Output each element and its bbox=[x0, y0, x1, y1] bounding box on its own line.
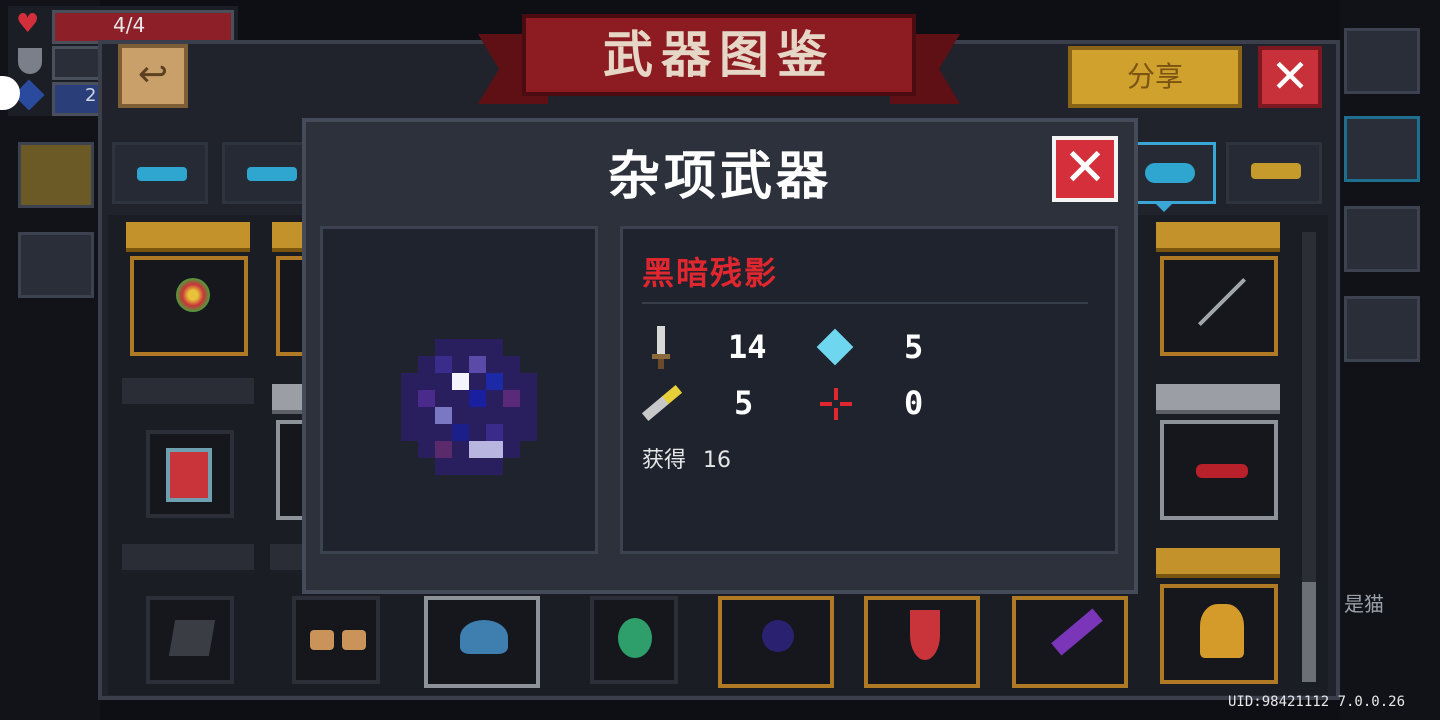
share-button[interactable]: 分享 bbox=[1068, 46, 1242, 108]
pistol-icon bbox=[137, 167, 187, 181]
page-title: 武器图鉴 bbox=[522, 14, 916, 96]
weapon-image-box bbox=[320, 226, 598, 554]
hp-text: 4/4 bbox=[113, 13, 146, 37]
weapon-slot-spear[interactable] bbox=[1160, 256, 1278, 356]
shelf bbox=[122, 378, 254, 408]
energy-text: 2 bbox=[85, 85, 97, 106]
fist-icon bbox=[310, 630, 334, 650]
shelf bbox=[126, 222, 250, 252]
lollipop-icon bbox=[176, 278, 210, 312]
background-character-name: 是猫 bbox=[1344, 592, 1384, 616]
uid-version: UID:98421112 7.0.0.26 bbox=[1228, 694, 1406, 710]
weapon-slot-red-bow[interactable] bbox=[1160, 420, 1278, 520]
shield-icon bbox=[18, 48, 42, 74]
weapon-slot-dark-orb[interactable] bbox=[718, 596, 834, 688]
dark-orb-icon bbox=[401, 339, 537, 475]
swap-icon[interactable] bbox=[18, 232, 94, 298]
spear-icon bbox=[1197, 277, 1247, 327]
purple-blade-icon bbox=[1051, 608, 1103, 656]
book-icon bbox=[168, 620, 216, 656]
obtain-label: 获得 bbox=[642, 448, 687, 473]
shelf bbox=[122, 544, 254, 574]
stairs-icon[interactable] bbox=[1344, 296, 1420, 362]
weapon-slot-lollipop[interactable] bbox=[130, 256, 248, 356]
weapon-slot-medal[interactable] bbox=[864, 596, 980, 688]
weapon-slot-spiky[interactable] bbox=[424, 596, 540, 688]
spiky-ball-icon bbox=[460, 620, 508, 654]
red-bow-icon bbox=[1196, 464, 1248, 478]
obtain-row: 获得 16 bbox=[642, 442, 731, 474]
weapon-slot-fists[interactable] bbox=[292, 596, 380, 684]
divider bbox=[642, 302, 1088, 304]
pause-icon[interactable] bbox=[1344, 28, 1420, 94]
weapon-slot-shield[interactable] bbox=[146, 430, 234, 518]
crit-value: 5 bbox=[734, 384, 754, 422]
tab-pistol[interactable] bbox=[112, 142, 208, 204]
heart-icon: ♥ bbox=[16, 9, 40, 39]
energy-value: 5 bbox=[904, 328, 924, 366]
cart-icon[interactable] bbox=[1344, 116, 1420, 182]
close-button[interactable]: ✕ bbox=[1258, 46, 1322, 108]
trophy-icon bbox=[1200, 604, 1244, 658]
potion-icon bbox=[618, 618, 652, 658]
fist-icon bbox=[342, 630, 366, 650]
tab-indicator-icon bbox=[1154, 202, 1174, 212]
shield-item-icon bbox=[166, 448, 212, 502]
fish-icon bbox=[1145, 163, 1195, 183]
back-button[interactable]: ↩ bbox=[118, 44, 188, 108]
weapon-slot-golden-trophy[interactable] bbox=[1160, 584, 1278, 684]
shelf bbox=[1156, 222, 1280, 252]
modal-title: 杂项武器 bbox=[607, 147, 832, 207]
shelf bbox=[1156, 548, 1280, 578]
weapon-slot-potion[interactable] bbox=[590, 596, 678, 684]
accuracy-value: 0 bbox=[904, 384, 924, 422]
hp-bar: 4/4 bbox=[52, 10, 234, 44]
scrollbar-thumb[interactable] bbox=[1302, 582, 1316, 682]
modal-close-button[interactable]: ✕ bbox=[1052, 136, 1118, 202]
shelf bbox=[1156, 384, 1280, 414]
weapon-slot-purple-blade[interactable] bbox=[1012, 596, 1128, 688]
damage-value: 14 bbox=[728, 328, 767, 366]
star-icon[interactable] bbox=[18, 142, 94, 208]
profile-icon[interactable] bbox=[1344, 206, 1420, 272]
tab-crown[interactable] bbox=[1226, 142, 1322, 204]
rifle-icon bbox=[247, 167, 297, 181]
sword-icon bbox=[652, 326, 670, 370]
weapon-name: 黑暗残影 bbox=[642, 254, 779, 292]
weapon-slot-book[interactable] bbox=[146, 596, 234, 684]
medal-icon bbox=[910, 610, 940, 660]
crown-icon bbox=[1251, 163, 1301, 179]
obtain-count: 16 bbox=[703, 448, 732, 473]
crosshair-icon bbox=[820, 388, 852, 420]
dark-orb-small-icon bbox=[762, 620, 794, 652]
